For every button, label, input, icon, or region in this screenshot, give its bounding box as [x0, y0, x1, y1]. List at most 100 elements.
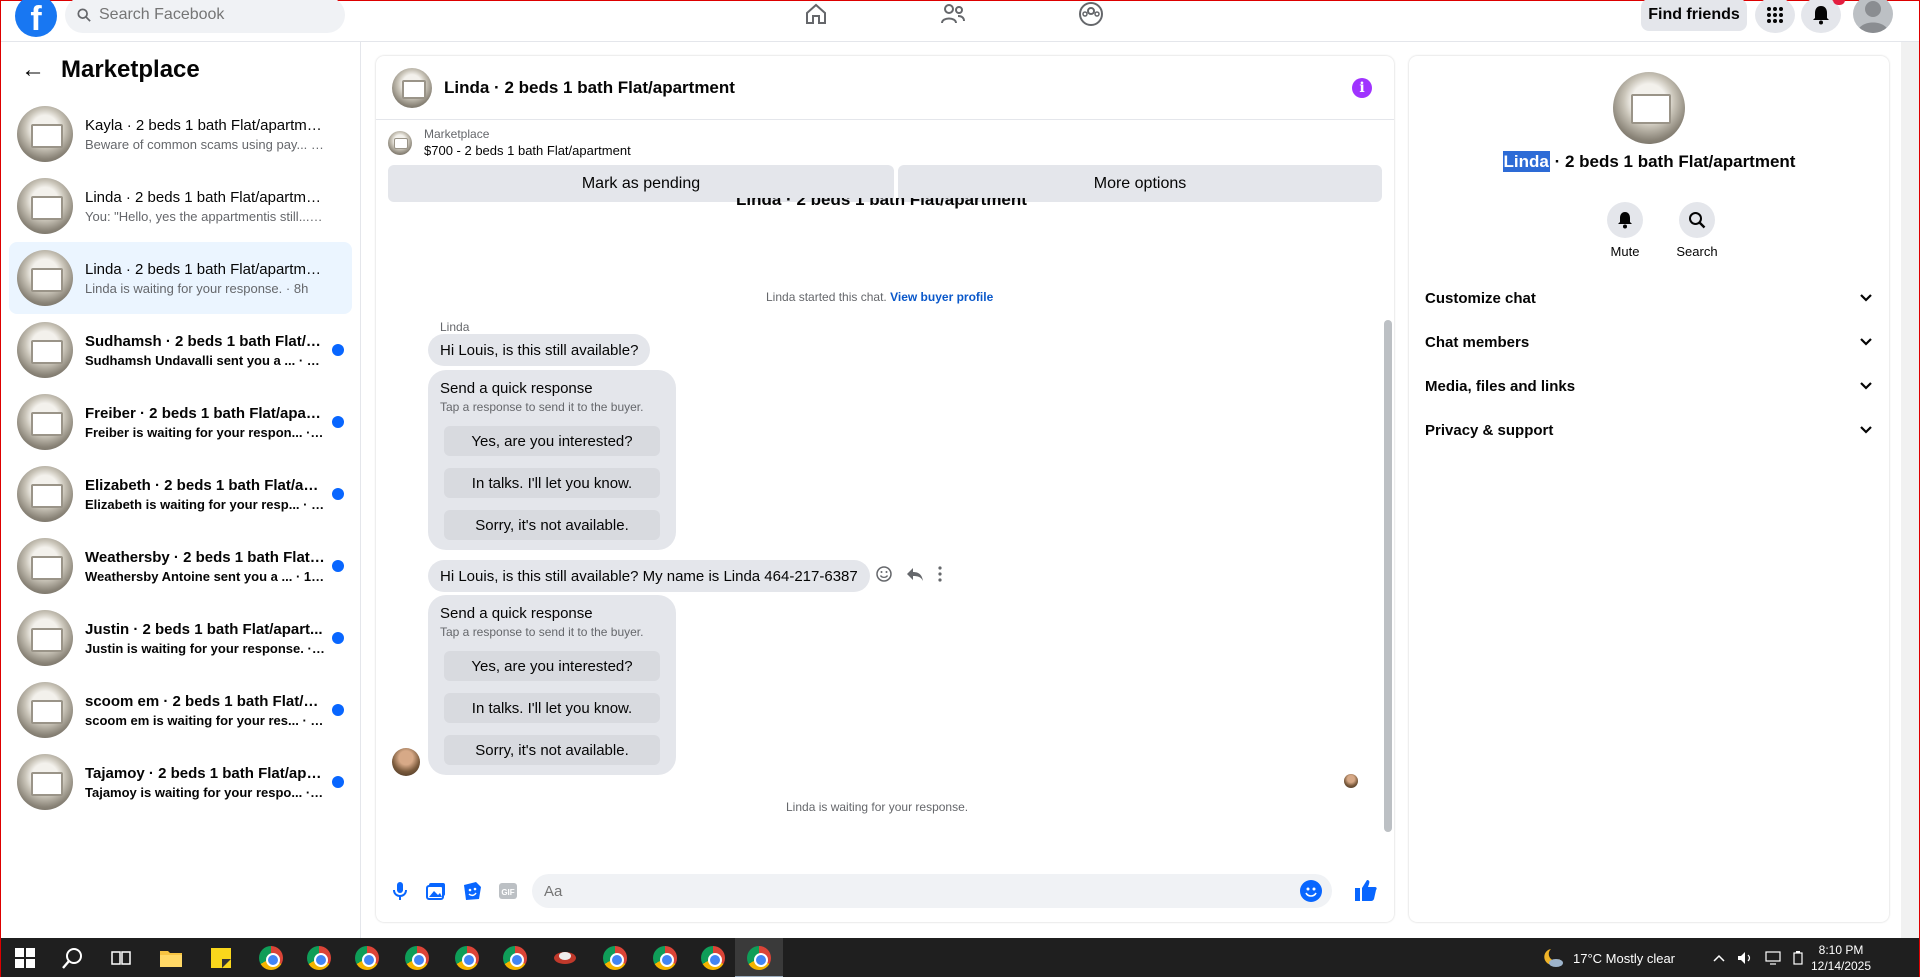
conversation-item[interactable]: Elizabeth · 2 beds 1 bath Flat/apa... Eli…: [9, 458, 352, 530]
media-files-links-section[interactable]: Media, files and links: [1417, 364, 1881, 408]
conversation-item[interactable]: Tajamoy · 2 beds 1 bath Flat/apar... Taja…: [9, 746, 352, 818]
quick-response-option[interactable]: Sorry, it's not available.: [444, 510, 660, 540]
chat-title[interactable]: Linda · 2 beds 1 bath Flat/apartment: [444, 78, 735, 98]
privacy-support-section[interactable]: Privacy & support: [1417, 408, 1881, 452]
gif-icon[interactable]: GIF: [496, 879, 520, 903]
quick-response-option[interactable]: In talks. I'll let you know.: [444, 693, 660, 723]
chrome-profile-icon[interactable]: [453, 944, 481, 972]
thumbs-up-icon[interactable]: [1354, 878, 1380, 904]
weather-widget[interactable]: 17°C Mostly clear: [1541, 938, 1675, 977]
clock[interactable]: 8:10 PM 12/14/2025: [1801, 942, 1881, 974]
quick-response-option[interactable]: Yes, are you interested?: [444, 651, 660, 681]
message-composer: GIF: [376, 860, 1394, 922]
quick-response-option[interactable]: In talks. I'll let you know.: [444, 468, 660, 498]
search-box[interactable]: [65, 0, 345, 33]
notifications-bell-icon[interactable]: [1801, 0, 1841, 33]
listing-thumbnail: [17, 106, 73, 162]
mute-button[interactable]: Mute: [1595, 202, 1655, 259]
conversation-item[interactable]: Justin · 2 beds 1 bath Flat/apart... Just…: [9, 602, 352, 674]
facebook-logo-icon[interactable]: f: [15, 0, 57, 38]
message-thread[interactable]: Linda · 2 beds 1 bath Flat/apartment Lin…: [376, 198, 1394, 848]
search-label: Search: [1676, 244, 1718, 259]
groups-icon[interactable]: [1077, 1, 1105, 27]
conversation-item[interactable]: Freiber · 2 beds 1 bath Flat/apart... Fre…: [9, 386, 352, 458]
quick-response-option[interactable]: Yes, are you interested?: [444, 426, 660, 456]
unread-dot: [332, 488, 344, 500]
chrome-profile-icon[interactable]: [651, 944, 679, 972]
chrome-profile-icon[interactable]: [353, 944, 381, 972]
listing-large-thumbnail[interactable]: [1613, 72, 1685, 144]
file-explorer-icon[interactable]: [157, 944, 185, 972]
windows-start-icon[interactable]: [11, 944, 39, 972]
home-icon[interactable]: [802, 1, 830, 27]
listing-thumbnail: [17, 466, 73, 522]
listing-bar[interactable]: Marketplace $700 - 2 beds 1 bath Flat/ap…: [376, 120, 1394, 165]
scrollbar-thumb[interactable]: [1384, 320, 1392, 832]
conversation-item[interactable]: Weathersby · 2 beds 1 bath Flat/... Weath…: [9, 530, 352, 602]
sticker-icon[interactable]: [460, 879, 484, 903]
chrome-profile-icon[interactable]: [745, 944, 773, 972]
chevron-up-icon[interactable]: [1713, 954, 1725, 962]
quick-response-title: Send a quick response: [440, 605, 593, 622]
search-icon: [1689, 212, 1706, 229]
unread-dot: [332, 704, 344, 716]
emoji-icon[interactable]: [1300, 880, 1322, 902]
react-emoji-icon[interactable]: [876, 566, 892, 582]
chat-members-section[interactable]: Chat members: [1417, 320, 1881, 364]
conversation-preview: Freiber is waiting for your respon... · …: [85, 424, 325, 440]
chat-listing-thumbnail[interactable]: [392, 67, 432, 108]
message-bubble[interactable]: Hi Louis, is this still available?: [428, 334, 651, 366]
chrome-profile-icon[interactable]: [403, 944, 431, 972]
message-bubble[interactable]: Hi Louis, is this still available? My na…: [428, 560, 870, 592]
view-buyer-profile-link[interactable]: View buyer profile: [890, 290, 993, 304]
mark-pending-button[interactable]: Mark as pending: [388, 165, 894, 202]
app-icon[interactable]: [551, 944, 579, 972]
message-input[interactable]: [544, 882, 1284, 900]
conversation-item[interactable]: Linda · 2 beds 1 bath Flat/apartment You:…: [9, 170, 352, 242]
conversation-item[interactable]: Sudhamsh · 2 beds 1 bath Flat/a... Sudham…: [9, 314, 352, 386]
menu-grid-icon[interactable]: [1755, 0, 1795, 33]
conversation-title: Freiber · 2 beds 1 bath Flat/apart...: [85, 404, 325, 422]
chrome-profile-icon[interactable]: [601, 944, 629, 972]
volume-icon[interactable]: [1737, 951, 1753, 965]
search-in-chat-button[interactable]: Search: [1667, 202, 1727, 259]
customize-chat-section[interactable]: Customize chat: [1417, 276, 1881, 320]
chrome-icon[interactable]: [257, 944, 285, 972]
more-options-button[interactable]: More options: [898, 165, 1382, 202]
page-scrollbar[interactable]: [1901, 42, 1919, 938]
task-view-icon[interactable]: [107, 944, 135, 972]
back-arrow-icon[interactable]: ←: [21, 56, 45, 84]
info-icon[interactable]: i: [1352, 78, 1372, 98]
display-icon[interactable]: [1765, 951, 1781, 965]
friends-icon[interactable]: [939, 1, 967, 27]
account-avatar[interactable]: [1853, 0, 1893, 33]
chrome-profile-icon[interactable]: [501, 944, 529, 972]
more-vertical-icon[interactable]: [938, 566, 942, 582]
search-input[interactable]: [99, 6, 319, 24]
chat-started-notice: Linda started this chat. View buyer prof…: [766, 290, 994, 304]
reply-icon[interactable]: [906, 566, 924, 582]
chrome-profile-icon[interactable]: [699, 944, 727, 972]
svg-text:GIF: GIF: [501, 888, 514, 897]
sender-name: Linda: [440, 320, 470, 334]
chrome-profile-icon[interactable]: [305, 944, 333, 972]
message-input-box[interactable]: [532, 874, 1332, 908]
find-friends-button[interactable]: Find friends: [1641, 0, 1747, 31]
chevron-down-icon: [1860, 338, 1872, 346]
search-icon[interactable]: [59, 944, 87, 972]
quick-response-option[interactable]: Sorry, it's not available.: [444, 735, 660, 765]
buyer-avatar[interactable]: [392, 748, 420, 776]
conversation-item[interactable]: scoom em · 2 beds 1 bath Flat/ap... scoom…: [9, 674, 352, 746]
chat-scrollbar[interactable]: [1382, 208, 1392, 848]
microphone-icon[interactable]: [388, 879, 412, 903]
unread-dot: [332, 416, 344, 428]
conversation-title: Linda · 2 beds 1 bath Flat/apartment: [85, 260, 325, 278]
sticky-notes-icon[interactable]: [207, 944, 235, 972]
photo-icon[interactable]: [424, 879, 448, 903]
conversation-preview: You: "Hello, yes the appartmentis still.…: [85, 208, 325, 224]
unread-dot: [332, 776, 344, 788]
conversation-preview: scoom em is waiting for your res... · 12…: [85, 712, 325, 728]
bell-icon: [1618, 212, 1632, 229]
conversation-item[interactable]: Kayla · 2 beds 1 bath Flat/apartment Bewa…: [9, 98, 352, 170]
conversation-item-active[interactable]: Linda · 2 beds 1 bath Flat/apartment Lind…: [9, 242, 352, 314]
